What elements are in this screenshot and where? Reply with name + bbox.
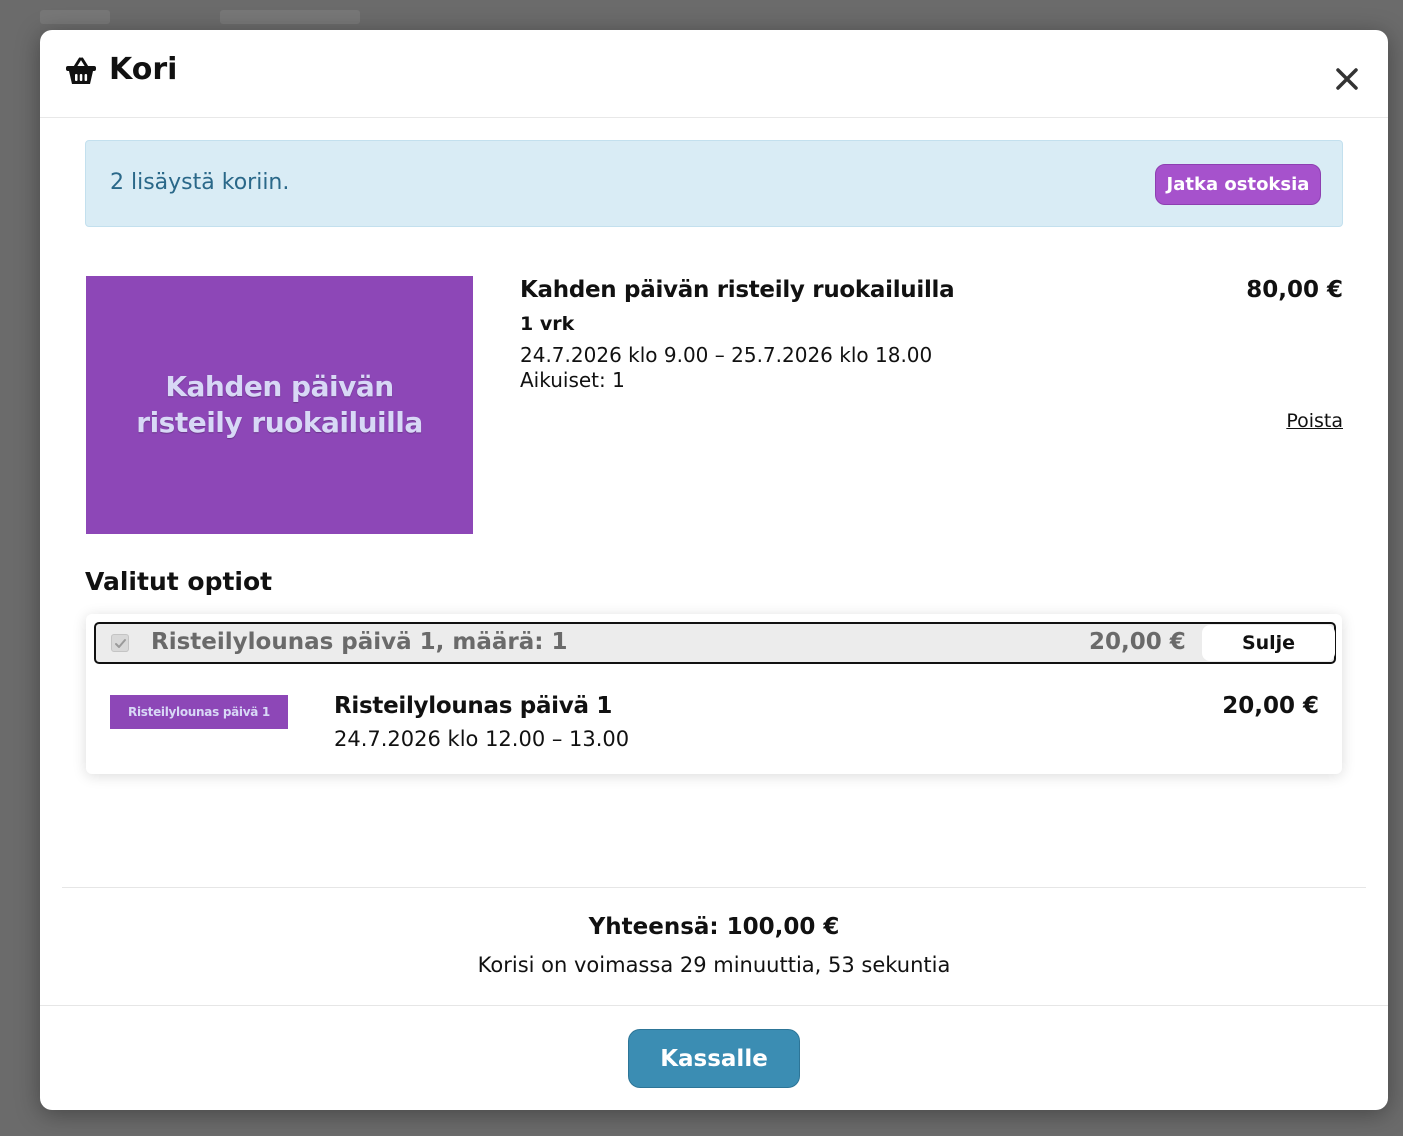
option-summary-price: 20,00 € [1089,629,1186,655]
product-dates: 24.7.2026 klo 9.00 – 25.7.2026 klo 18.00 [520,343,933,367]
cart-modal: Kori 2 lisäystä koriin. Jatka ostoksia K… [40,30,1388,1110]
added-to-cart-alert: 2 lisäystä koriin. Jatka ostoksia [85,140,1343,227]
modal-header: Kori [40,30,1388,118]
selected-options-card: Risteilylounas päivä 1, määrä: 1 20,00 €… [86,614,1342,774]
option-thumbnail-text: Risteilylounas päivä 1 [128,705,270,719]
option-price: 20,00 € [1222,693,1319,719]
option-summary-label: Risteilylounas päivä 1, määrä: 1 [151,629,568,655]
product-guests: Aikuiset: 1 [520,368,625,392]
product-name: Kahden päivän risteily ruokailuilla [520,277,955,303]
close-option-button[interactable]: Sulje [1202,625,1335,661]
close-icon[interactable] [1330,62,1364,96]
basket-icon [66,57,96,84]
alert-message: 2 lisäystä koriin. [110,170,290,195]
product-image-text: Kahden päivän risteily ruokailuilla [136,370,423,439]
options-heading: Valitut optiot [85,567,273,596]
option-checkbox[interactable] [111,634,129,652]
checkmark-icon [115,639,126,648]
cart-total: Yhteensä: 100,00 € [588,914,840,940]
modal-title: Kori [109,52,178,87]
cart-timer: Korisi on voimassa 29 minuuttia, 53 seku… [477,953,951,977]
divider [40,1005,1388,1006]
checkout-button[interactable]: Kassalle [628,1029,800,1088]
continue-shopping-button[interactable]: Jatka ostoksia [1155,164,1321,205]
option-dates: 24.7.2026 klo 12.00 – 13.00 [334,727,630,751]
divider [62,887,1366,888]
backdrop-decoration [220,10,360,24]
backdrop-decoration [40,10,110,24]
option-thumbnail: Risteilylounas päivä 1 [110,695,288,729]
product-price: 80,00 € [1246,277,1343,303]
product-image: Kahden päivän risteily ruokailuilla [86,276,473,534]
remove-product-link[interactable]: Poista [1286,410,1343,432]
option-summary-row[interactable]: Risteilylounas päivä 1, määrä: 1 20,00 €… [94,622,1336,664]
option-name: Risteilylounas päivä 1 [334,693,613,719]
product-duration: 1 vrk [520,313,575,335]
